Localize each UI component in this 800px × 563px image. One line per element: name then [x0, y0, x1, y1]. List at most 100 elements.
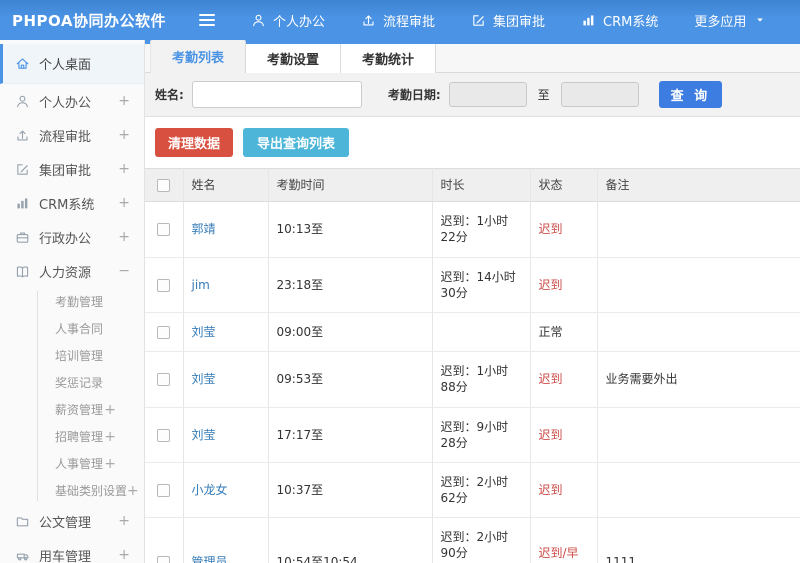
name-link[interactable]: 管理员 [192, 555, 228, 563]
content-panel: 清理数据 导出查询列表 姓名 考勤时间 时长 状态 备注 郭靖 10:13至 迟到：1小时2… [145, 117, 800, 563]
row-checkbox[interactable] [157, 223, 170, 237]
nav-item-workflow-approval[interactable]: 流程审批 [361, 11, 435, 30]
sidebar-subitem-training-mgmt[interactable]: 培训管理 [0, 342, 144, 369]
user-icon [251, 13, 266, 28]
tab-attendance-settings[interactable]: 考勤设置 [246, 44, 342, 73]
nav-item-more-apps[interactable]: 更多应用 [694, 11, 765, 30]
sidebar-subitem-personnel-mgmt[interactable]: 人事管理 + [0, 450, 144, 477]
expand-icon[interactable]: + [118, 230, 130, 244]
expand-icon[interactable]: + [104, 430, 116, 444]
sidebar-submenu-human-resources: 考勤管理 人事合同 培训管理 奖惩记录 薪资管理 + 招聘管理 + 人事管理 + 基础类别设置 + [0, 288, 144, 504]
column-header: 备注 [597, 167, 800, 203]
sidebar-item-personal-desktop[interactable]: 个人桌面 [0, 44, 144, 84]
row-checkbox[interactable] [157, 428, 170, 442]
sidebar-subitem-label: 薪资管理 [55, 403, 104, 417]
nav-item-label: 集团审批 [493, 14, 546, 30]
filter-bar: 姓名: 考勤日期: 至 查 询 [145, 73, 800, 117]
duration-cell: 迟到：1小时88分 [432, 351, 531, 408]
sidebar-subitem-label: 人事合同 [55, 322, 104, 336]
attendance-time-cell: 17:17至 [268, 407, 433, 463]
sidebar-item-label: 用车管理 [39, 549, 92, 563]
note-cell [597, 462, 800, 519]
table-row: 刘莹 17:17至 迟到：9小时28分 迟到 [145, 407, 800, 463]
status-text: 迟到/早退 [538, 546, 579, 563]
sidebar-item-human-resources[interactable]: 人力资源 − [0, 254, 144, 288]
sidebar-item-crm-system[interactable]: CRM系统 + [0, 186, 144, 220]
duration-cell: 迟到：2小时90分早退：7小时10分 [432, 517, 531, 563]
expand-icon[interactable]: + [127, 484, 139, 498]
sidebar-subitem-hr-contract[interactable]: 人事合同 [0, 315, 144, 342]
sidebar-subitem-recruitment-mgmt[interactable]: 招聘管理 + [0, 423, 144, 450]
expand-icon[interactable]: + [118, 514, 130, 528]
expand-icon[interactable]: + [104, 403, 116, 417]
sidebar-item-label: 流程审批 [39, 129, 92, 145]
tab-attendance-list[interactable]: 考勤列表 [150, 40, 247, 73]
sidebar-subitem-base-category-settings[interactable]: 基础类别设置 + [0, 477, 144, 504]
sidebar-item-vehicle-mgmt[interactable]: 用车管理 + [0, 538, 144, 563]
tab-attendance-stats[interactable]: 考勤统计 [341, 44, 437, 73]
duration-cell: 迟到：2小时62分 [432, 462, 531, 519]
row-checkbox[interactable] [157, 278, 170, 292]
sidebar-subitem-attendance-mgmt[interactable]: 考勤管理 [0, 288, 144, 315]
sidebar: 个人桌面 个人办公 + 流程审批 + 集团审批 + CRM系统 + 行政办公 + 人力资源 − 考勤管理人… [0, 40, 145, 563]
row-checkbox[interactable] [157, 483, 170, 497]
checkbox-cell [145, 517, 184, 563]
expand-icon[interactable]: + [104, 457, 116, 471]
clean-data-button[interactable]: 清理数据 [155, 128, 234, 157]
name-cell: 刘莹 [183, 407, 269, 463]
duration-cell: 迟到：1小时22分 [432, 201, 531, 258]
name-link[interactable]: 刘莹 [192, 325, 216, 339]
expand-icon[interactable]: + [118, 94, 130, 108]
row-checkbox[interactable] [157, 373, 170, 387]
row-checkbox[interactable] [157, 555, 170, 563]
export-list-button[interactable]: 导出查询列表 [243, 128, 350, 157]
expand-icon[interactable]: + [118, 548, 130, 562]
to-label: 至 [537, 88, 550, 102]
note-cell: 业务需要外出 [597, 351, 800, 408]
date-to-input[interactable] [560, 82, 639, 107]
search-button[interactable]: 查 询 [658, 81, 723, 108]
collapse-icon[interactable]: − [118, 264, 130, 278]
status-cell: 迟到 [530, 201, 598, 258]
sidebar-item-group-approval[interactable]: 集团审批 + [0, 152, 144, 186]
note-cell: 1111 [597, 517, 800, 563]
sidebar-item-document-mgmt[interactable]: 公文管理 + [0, 504, 144, 538]
nav-item-crm-system[interactable]: CRM系统 [581, 11, 658, 30]
select-all-checkbox[interactable] [157, 179, 170, 192]
duration-line: 迟到：9小时28分 [440, 419, 509, 450]
sidebar-item-admin-office[interactable]: 行政办公 + [0, 220, 144, 254]
duration-line: 迟到：1小时22分 [440, 214, 509, 245]
status-text: 迟到 [538, 482, 563, 497]
attendance-time-cell: 23:18至 [268, 257, 433, 313]
sidebar-item-personal-office[interactable]: 个人办公 + [0, 84, 144, 118]
status-text: 迟到 [538, 277, 563, 292]
table-row: 小龙女 10:37至 迟到：2小时62分 迟到 [145, 462, 800, 519]
duration-line: 迟到：1小时88分 [440, 364, 509, 395]
name-cell: 郭靖 [183, 201, 269, 258]
hamburger-menu-icon[interactable] [195, 7, 219, 33]
edit-icon [471, 13, 486, 28]
app-title: PHPOA协同办公软件 [12, 11, 166, 30]
column-header: 时长 [432, 167, 531, 203]
sidebar-item-workflow-approval[interactable]: 流程审批 + [0, 118, 144, 152]
name-link[interactable]: 小龙女 [192, 483, 228, 497]
name-link[interactable]: jim [192, 278, 210, 292]
name-link[interactable]: 刘莹 [192, 428, 216, 442]
briefcase-icon [15, 230, 30, 245]
sidebar-item-label: 行政办公 [39, 231, 92, 247]
name-input[interactable] [191, 81, 362, 108]
nav-item-personal-office[interactable]: 个人办公 [251, 11, 325, 30]
body-layout: 个人桌面 个人办公 + 流程审批 + 集团审批 + CRM系统 + 行政办公 + 人力资源 − 考勤管理人… [0, 40, 800, 563]
name-link[interactable]: 刘莹 [192, 372, 216, 386]
sidebar-subitem-reward-punishment[interactable]: 奖惩记录 [0, 369, 144, 396]
nav-item-group-approval[interactable]: 集团审批 [471, 11, 545, 30]
row-checkbox[interactable] [157, 325, 170, 339]
date-from-input[interactable] [448, 82, 527, 107]
expand-icon[interactable]: + [118, 196, 130, 210]
name-link[interactable]: 郭靖 [192, 222, 216, 236]
sidebar-subitem-salary-mgmt[interactable]: 薪资管理 + [0, 396, 144, 423]
expand-icon[interactable]: + [118, 128, 130, 142]
top-nav: 个人办公 流程审批 集团审批 CRM系统 更多应用 [251, 11, 765, 30]
expand-icon[interactable]: + [118, 162, 130, 176]
name-cell: jim [183, 257, 269, 313]
